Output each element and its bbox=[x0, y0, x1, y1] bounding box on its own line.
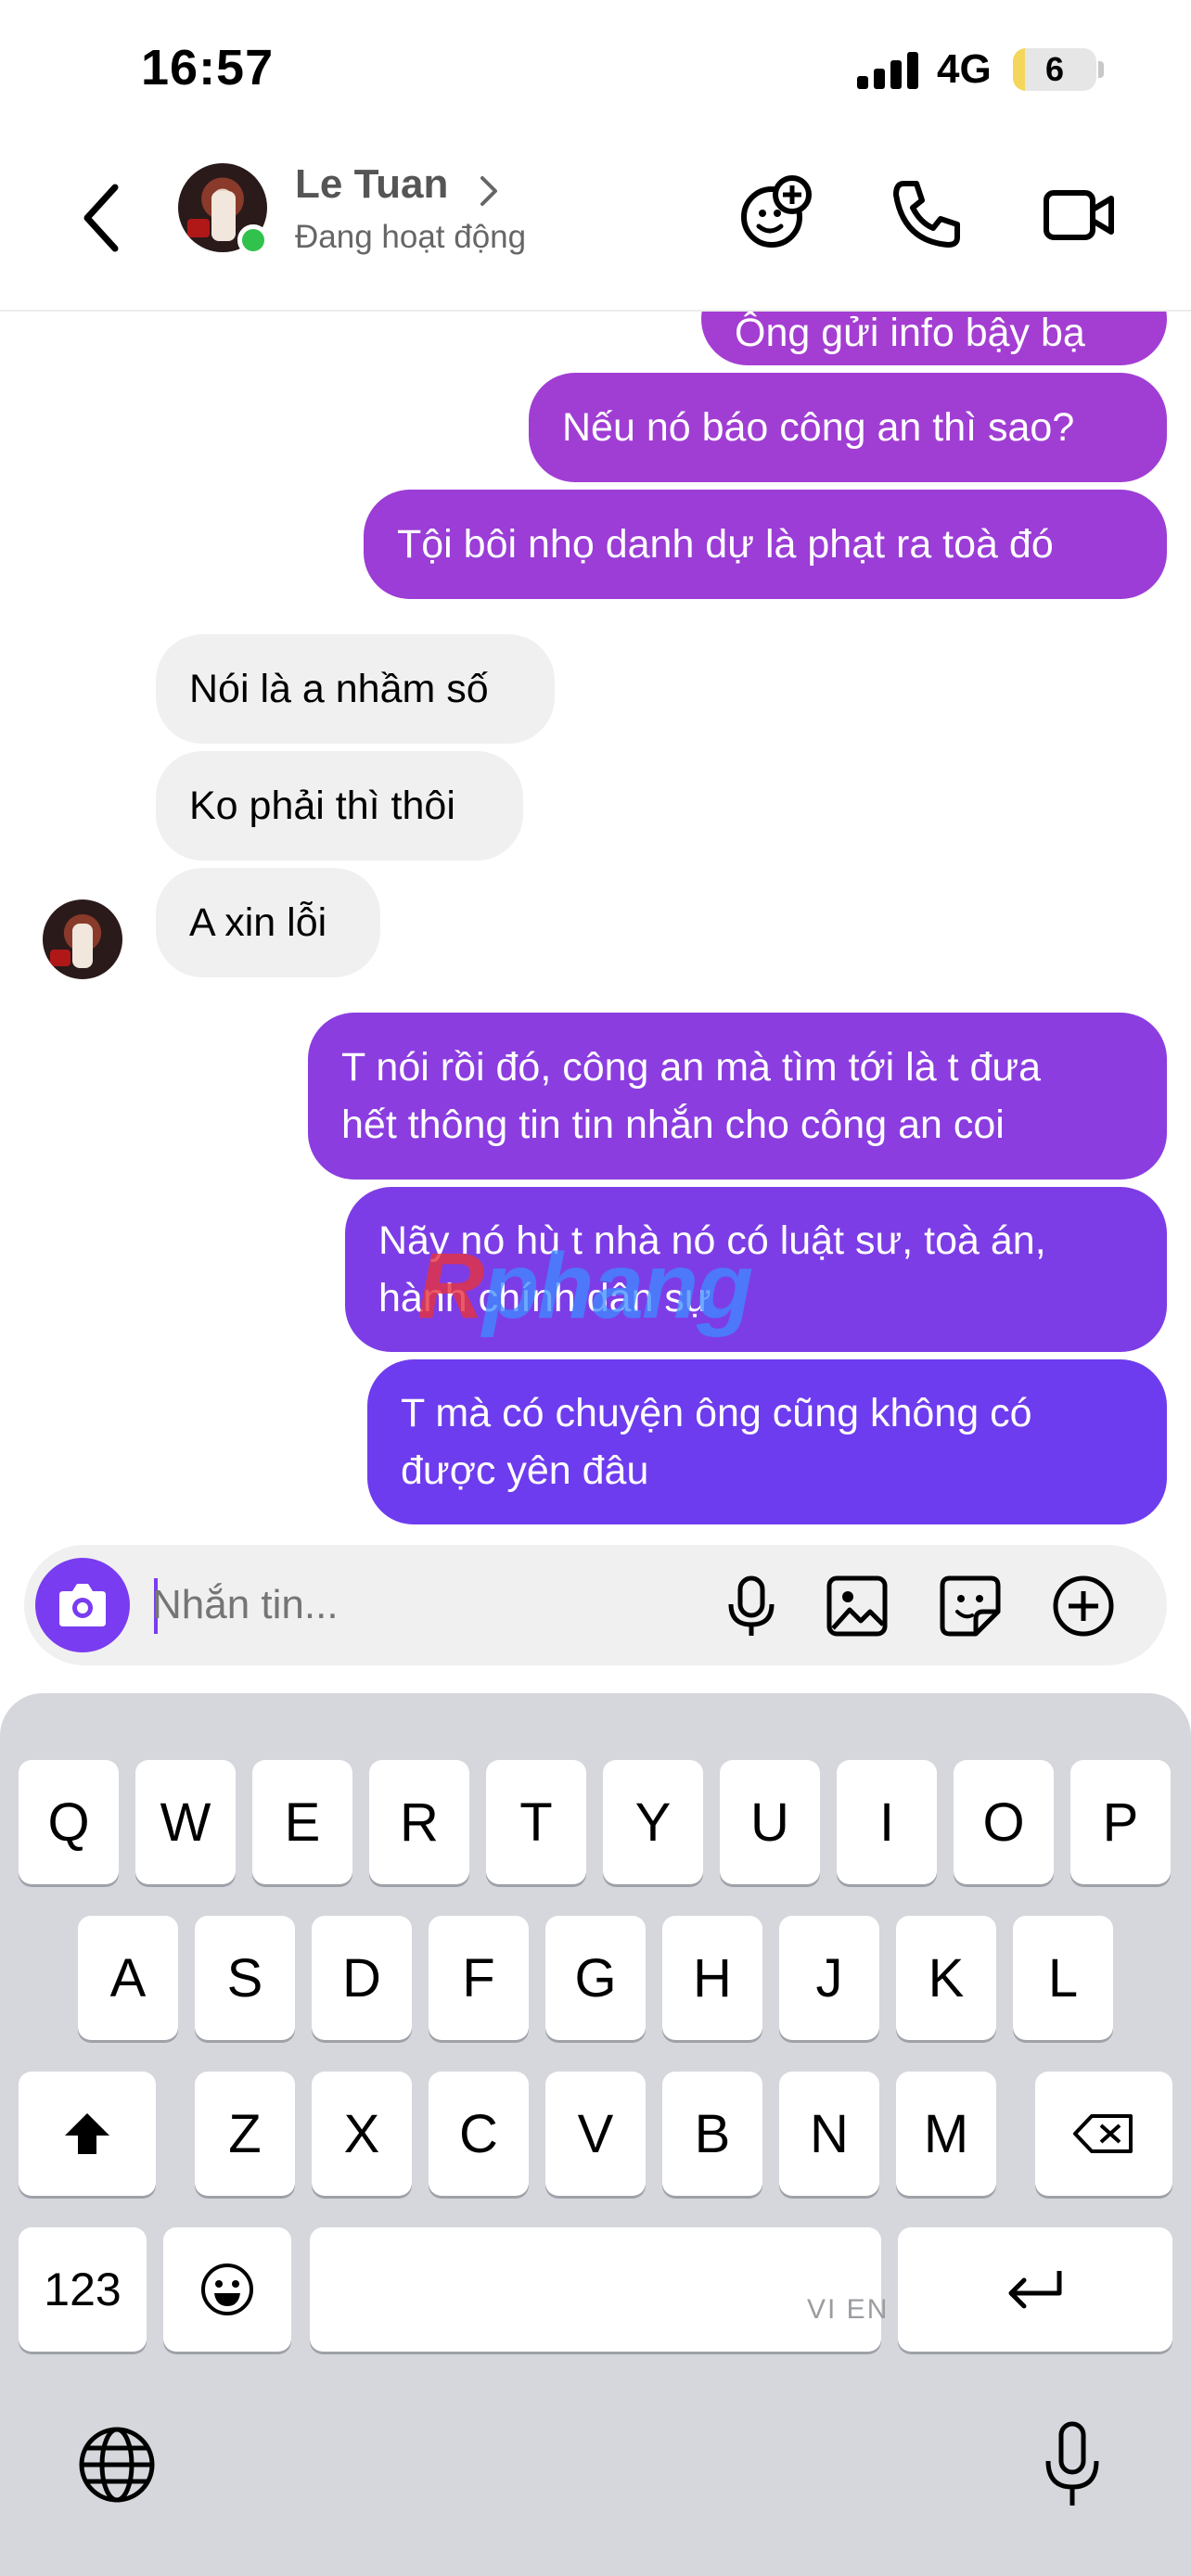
key-y[interactable]: Y bbox=[603, 1760, 703, 1884]
battery-tip bbox=[1098, 61, 1104, 78]
shift-key[interactable] bbox=[19, 2072, 156, 2196]
key-j[interactable]: J bbox=[779, 1916, 879, 2040]
plus-circle-icon[interactable] bbox=[1048, 1571, 1119, 1641]
key-k[interactable]: K bbox=[896, 1916, 996, 2040]
contact-name[interactable]: Le Tuan bbox=[295, 161, 448, 208]
key-n[interactable]: N bbox=[779, 2072, 879, 2196]
key-a[interactable]: A bbox=[78, 1916, 178, 2040]
key-o[interactable]: O bbox=[954, 1760, 1054, 1884]
add-group-icon[interactable] bbox=[733, 172, 816, 256]
contact-avatar-small bbox=[43, 899, 122, 979]
key-v[interactable]: V bbox=[545, 2072, 646, 2196]
online-indicator bbox=[237, 224, 269, 256]
battery-icon: 6 bbox=[1013, 48, 1096, 91]
back-arrow-icon[interactable] bbox=[70, 176, 135, 260]
key-p[interactable]: P bbox=[1070, 1760, 1171, 1884]
language-label: VI EN bbox=[807, 2294, 890, 2325]
message-bubble-incoming[interactable]: Nói là a nhầm số bbox=[156, 634, 555, 744]
message-bubble-outgoing[interactable]: Tội bôi nhọ danh dự là phạt ra toà đó bbox=[364, 490, 1167, 599]
emoji-icon bbox=[201, 2264, 253, 2315]
key-f[interactable]: F bbox=[429, 1916, 529, 2040]
key-c[interactable]: C bbox=[429, 2072, 529, 2196]
numbers-key[interactable]: 123 bbox=[19, 2227, 147, 2352]
key-m[interactable]: M bbox=[896, 2072, 996, 2196]
delete-key[interactable] bbox=[1035, 2072, 1172, 2196]
key-b[interactable]: B bbox=[662, 2072, 762, 2196]
space-key[interactable] bbox=[310, 2227, 881, 2352]
key-s[interactable]: S bbox=[195, 1916, 295, 2040]
watermark-prefix: R bbox=[417, 1234, 484, 1338]
message-bubble-outgoing[interactable]: Nếu nó báo công an thì sao? bbox=[529, 373, 1167, 482]
status-bar: 16:57 4G 6 bbox=[0, 0, 1191, 139]
status-time: 16:57 bbox=[141, 40, 275, 96]
message-bubble-outgoing[interactable]: T nói rồi đó, công an mà tìm tới là t đư… bbox=[308, 1013, 1167, 1180]
camera-icon bbox=[59, 1584, 106, 1626]
microphone-icon[interactable] bbox=[716, 1571, 787, 1641]
message-bubble-incoming[interactable]: A xin lỗi bbox=[156, 868, 380, 977]
phone-icon[interactable] bbox=[883, 172, 967, 256]
camera-button[interactable] bbox=[35, 1558, 130, 1652]
key-g[interactable]: G bbox=[545, 1916, 646, 2040]
image-icon[interactable] bbox=[822, 1571, 892, 1641]
key-q[interactable]: Q bbox=[19, 1760, 119, 1884]
message-bubble-incoming[interactable]: Ko phải thì thôi bbox=[156, 751, 523, 861]
key-t[interactable]: T bbox=[486, 1760, 586, 1884]
key-z[interactable]: Z bbox=[195, 2072, 295, 2196]
chat-header: Le Tuan Đang hoạt động bbox=[0, 139, 1191, 312]
return-key[interactable] bbox=[898, 2227, 1172, 2352]
dictation-microphone-icon[interactable] bbox=[1035, 2418, 1109, 2511]
key-l[interactable]: L bbox=[1013, 1916, 1113, 2040]
globe-icon[interactable] bbox=[76, 2424, 158, 2506]
key-e[interactable]: E bbox=[252, 1760, 352, 1884]
shift-icon bbox=[65, 2113, 109, 2154]
key-d[interactable]: D bbox=[312, 1916, 412, 2040]
watermark-logo: Rphang bbox=[417, 1233, 753, 1340]
video-call-icon[interactable] bbox=[1037, 172, 1121, 256]
chevron-right-icon[interactable] bbox=[475, 172, 503, 210]
contact-status: Đang hoạt động bbox=[295, 219, 527, 255]
key-x[interactable]: X bbox=[312, 2072, 412, 2196]
key-h[interactable]: H bbox=[662, 1916, 762, 2040]
key-r[interactable]: R bbox=[369, 1760, 469, 1884]
emoji-key[interactable] bbox=[163, 2227, 291, 2352]
message-bubble-outgoing[interactable]: T mà có chuyện ông cũng không có được yê… bbox=[367, 1359, 1167, 1524]
watermark-text: phang bbox=[482, 1234, 753, 1338]
signal-icon bbox=[857, 52, 920, 89]
key-i[interactable]: I bbox=[837, 1760, 937, 1884]
backspace-icon bbox=[1073, 2114, 1133, 2153]
message-composer bbox=[24, 1545, 1167, 1665]
network-type: 4G bbox=[937, 46, 992, 92]
sticker-icon[interactable] bbox=[935, 1571, 1005, 1641]
message-input[interactable] bbox=[152, 1573, 709, 1638]
key-u[interactable]: U bbox=[720, 1760, 820, 1884]
battery-level: 6 bbox=[1044, 50, 1065, 88]
return-icon bbox=[1008, 2271, 1062, 2309]
key-w[interactable]: W bbox=[135, 1760, 236, 1884]
